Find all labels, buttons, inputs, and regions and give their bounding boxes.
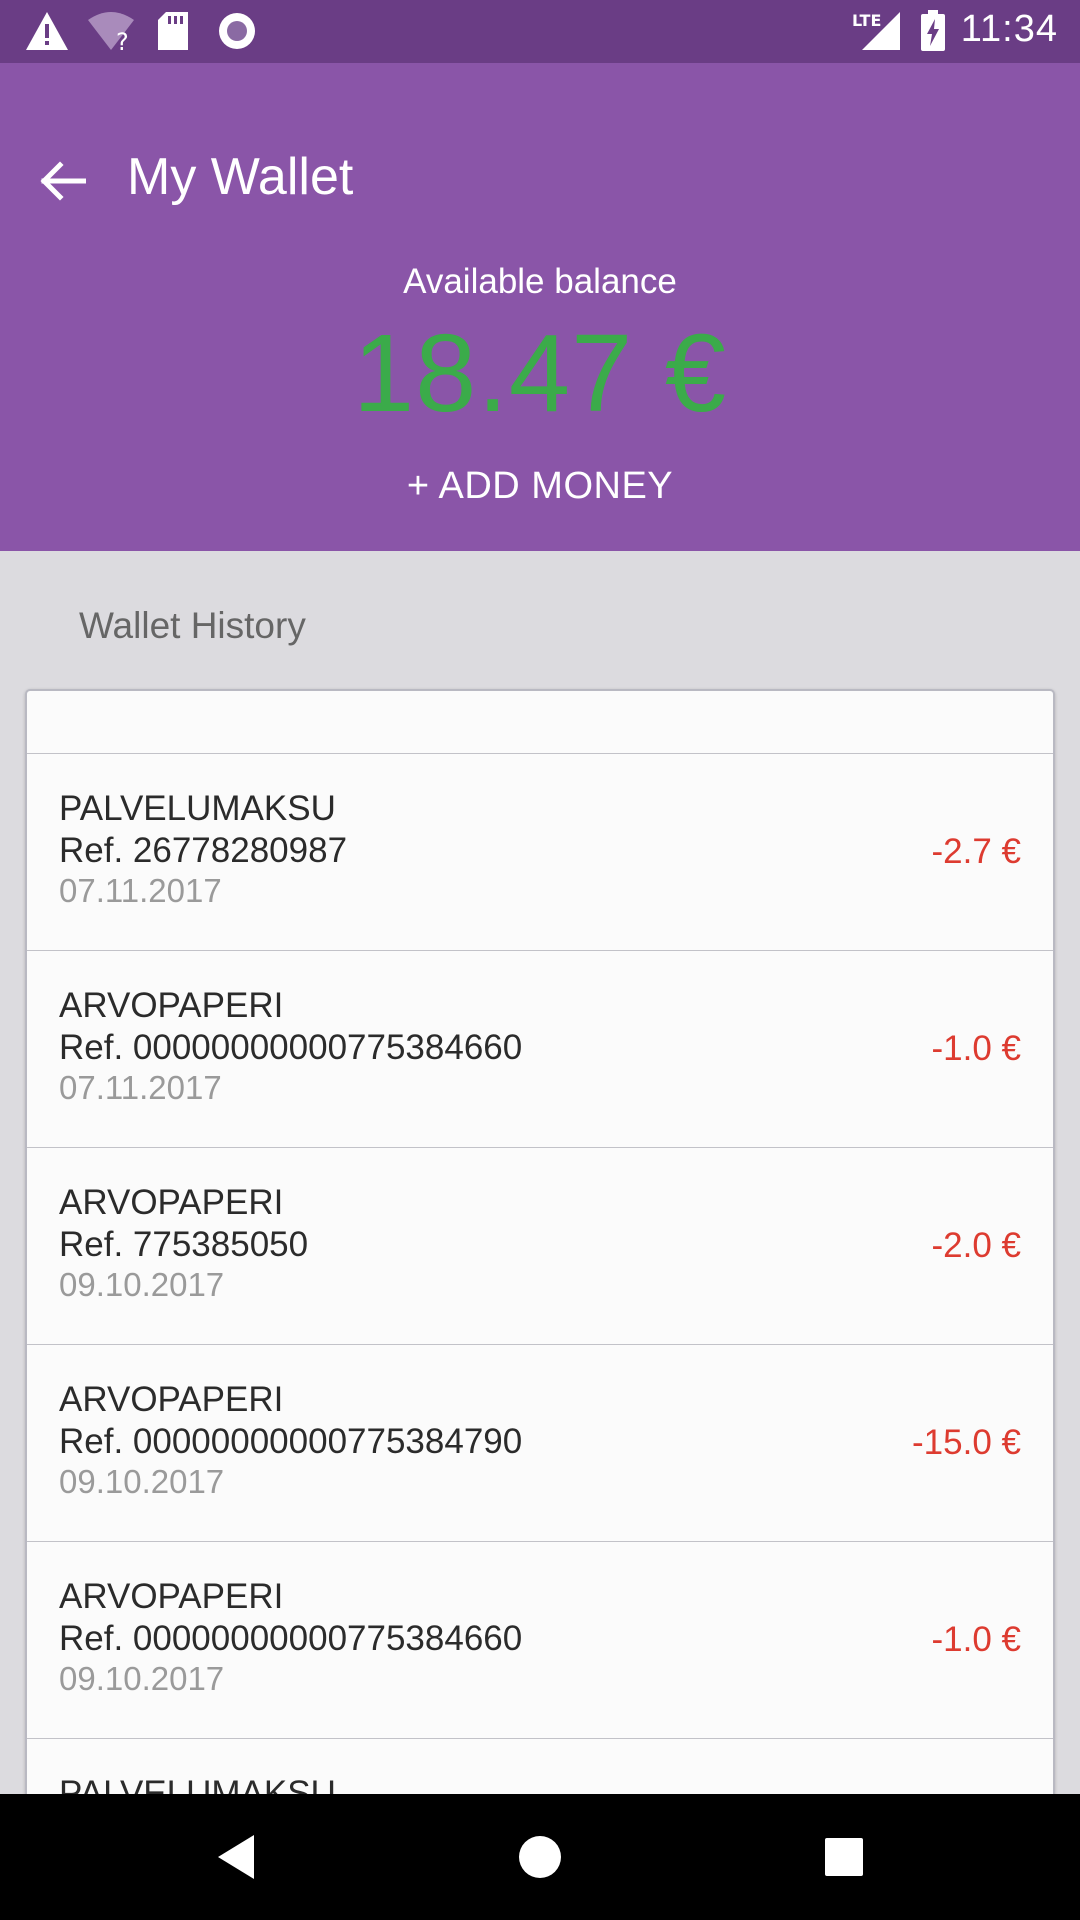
balance-value: 18.47 €: [352, 312, 727, 435]
add-money-button[interactable]: + ADD MONEY: [380, 453, 700, 519]
balance-label: Available balance: [403, 262, 677, 301]
record-icon: [219, 13, 255, 49]
transaction-amount: -2.7 €: [931, 832, 1022, 871]
home-circle-icon: [519, 1836, 561, 1878]
page-title: My Wallet: [127, 148, 354, 206]
transaction-amount: -1.0 €: [931, 1620, 1022, 1659]
status-bar: ? LTE 11:34: [0, 0, 1080, 63]
transaction-date: 09.10.2017: [59, 1463, 225, 1500]
warning-icon: [26, 12, 68, 50]
transaction-name: ARVOPAPERI: [59, 1577, 284, 1616]
system-navigation-bar: [0, 1794, 1080, 1920]
wallet-history-list[interactable]: PALVELUMAKSU Ref. 26778280987 07.11.2017…: [25, 689, 1055, 1799]
transaction-row[interactable]: PALVELUMAKSU: [27, 1739, 1053, 1799]
clock: 11:34: [960, 8, 1058, 50]
transaction-name: ARVOPAPERI: [59, 986, 284, 1025]
arrow-back-icon: [40, 161, 86, 201]
transaction-row[interactable]: ARVOPAPERI Ref. 775385050 09.10.2017 -2.…: [27, 1148, 1053, 1345]
wifi-unknown-icon: ?: [88, 12, 134, 52]
recents-square-icon: [825, 1838, 863, 1876]
transaction-ref: Ref. 00000000000775384660: [59, 1619, 523, 1658]
sd-card-icon: [158, 12, 188, 50]
signal-icon: LTE: [852, 11, 900, 50]
transaction-date: 09.10.2017: [59, 1660, 225, 1697]
transaction-ref: Ref. 00000000000775384660: [59, 1028, 523, 1067]
transaction-date: 09.10.2017: [59, 1266, 225, 1303]
back-triangle-icon: [218, 1835, 254, 1879]
transaction-row[interactable]: ARVOPAPERI Ref. 00000000000775384660 09.…: [27, 1542, 1053, 1739]
transaction-date: 07.11.2017: [59, 1069, 222, 1106]
transaction-ref: Ref. 00000000000775384790: [59, 1422, 523, 1461]
wallet-history-title: Wallet History: [79, 605, 306, 646]
nav-back-button[interactable]: [203, 1824, 269, 1890]
transaction-amount: -15.0 €: [912, 1423, 1021, 1462]
transaction-row[interactable]: ARVOPAPERI Ref. 00000000000775384790 09.…: [27, 1345, 1053, 1542]
wallet-header: My Wallet Available balance 18.47 € + AD…: [0, 63, 1080, 551]
back-button[interactable]: [30, 148, 96, 214]
transaction-row[interactable]: PALVELUMAKSU Ref. 26778280987 07.11.2017…: [27, 754, 1053, 951]
transaction-date: 07.11.2017: [59, 872, 222, 909]
transaction-name: PALVELUMAKSU: [59, 789, 336, 828]
transaction-amount: -2.0 €: [931, 1226, 1022, 1265]
transaction-name: ARVOPAPERI: [59, 1380, 284, 1419]
transaction-name: ARVOPAPERI: [59, 1183, 284, 1222]
transaction-ref: Ref. 775385050: [59, 1225, 309, 1264]
transaction-amount: -1.0 €: [931, 1029, 1022, 1068]
svg-text:LTE: LTE: [852, 11, 881, 30]
battery-charging-icon: [921, 10, 945, 51]
nav-home-button[interactable]: [507, 1824, 573, 1890]
transaction-ref: Ref. 26778280987: [59, 831, 348, 870]
transaction-row[interactable]: ARVOPAPERI Ref. 00000000000775384660 07.…: [27, 951, 1053, 1148]
nav-recents-button[interactable]: [811, 1824, 877, 1890]
svg-text:?: ?: [116, 28, 129, 52]
list-header-spacer: [27, 691, 1053, 754]
